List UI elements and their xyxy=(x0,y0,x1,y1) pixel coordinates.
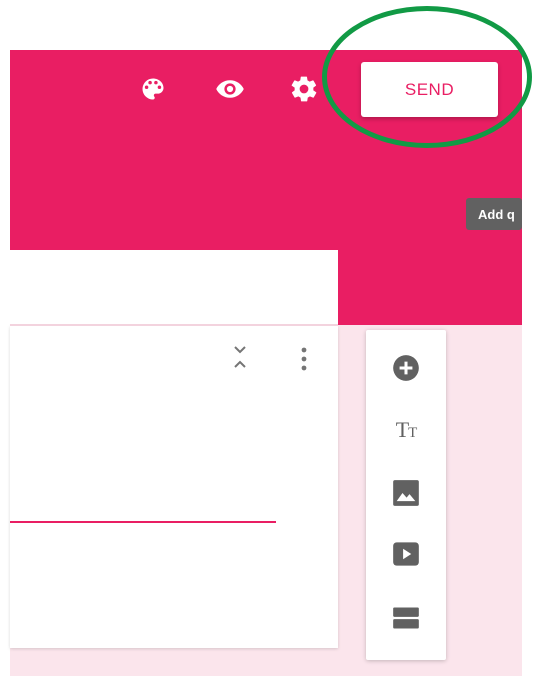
add-title-button[interactable]: TT xyxy=(390,414,422,446)
add-section-button[interactable] xyxy=(390,602,422,634)
title-icon: TT xyxy=(395,417,418,442)
tooltip-text: Add q xyxy=(478,206,515,222)
more-vert-icon[interactable] xyxy=(292,344,316,374)
add-circle-icon xyxy=(393,355,419,381)
input-underline xyxy=(10,521,276,523)
section-icon xyxy=(393,607,419,629)
video-icon xyxy=(393,542,419,566)
palette-icon[interactable] xyxy=(137,73,169,105)
form-title-card[interactable] xyxy=(10,250,338,325)
add-video-button[interactable] xyxy=(390,538,422,570)
image-icon xyxy=(393,480,419,506)
tooltip: Add q xyxy=(466,198,522,230)
collapse-icon[interactable] xyxy=(228,342,252,372)
gear-icon[interactable] xyxy=(288,73,320,105)
send-button[interactable]: SEND xyxy=(361,62,498,117)
card-divider xyxy=(10,324,338,326)
add-image-button[interactable] xyxy=(390,477,422,509)
question-card[interactable] xyxy=(10,326,338,648)
eye-icon[interactable] xyxy=(214,73,246,105)
add-question-button[interactable] xyxy=(390,352,422,384)
